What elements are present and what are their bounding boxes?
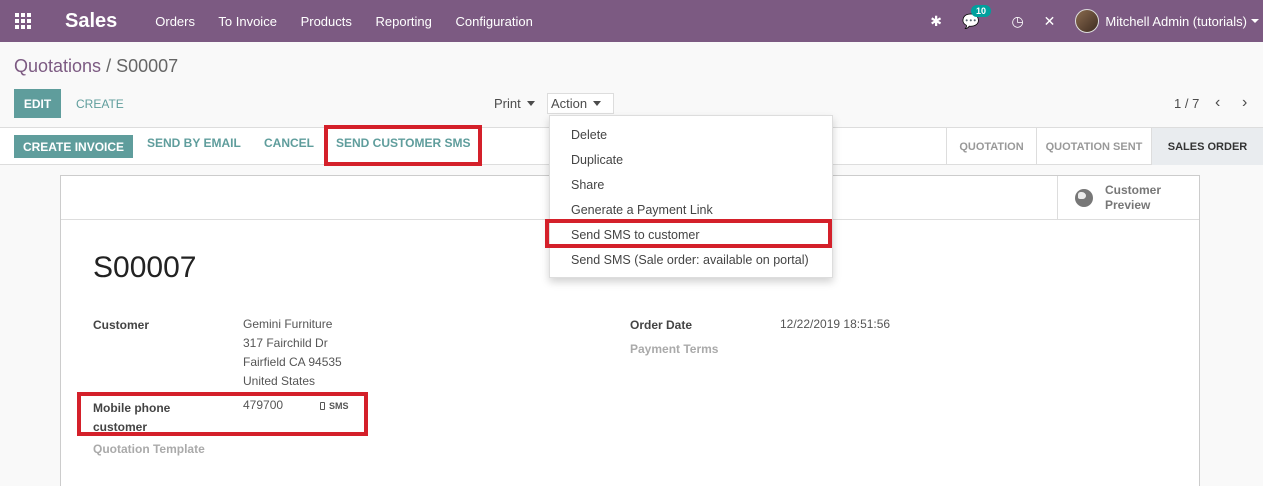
clock-icon[interactable]: ◷ [1011, 13, 1023, 30]
order-date-label: Order Date [630, 318, 693, 332]
tools-icon[interactable]: ✕ [1044, 13, 1056, 30]
quotation-template-label: Quotation Template [93, 442, 205, 456]
menu-products[interactable]: Products [301, 14, 352, 29]
preview-label-line1: Customer [1105, 182, 1162, 197]
breadcrumb-separator: / [106, 56, 112, 76]
stage-quotation-sent[interactable]: QUOTATION SENT [1036, 128, 1151, 165]
pager-value[interactable]: 1 / 7 [1174, 96, 1199, 111]
app-brand[interactable]: Sales [65, 10, 117, 33]
action-label: Action [551, 96, 588, 111]
globe-icon [1075, 188, 1093, 207]
navbar-right: ✱ 💬 10 ◷ ✕ Mitchell Admin (tutorials) [930, 0, 1263, 42]
menu-configuration[interactable]: Configuration [456, 14, 533, 29]
address-line-3: United States [243, 374, 316, 388]
chat-icon[interactable]: 💬 10 [962, 4, 992, 30]
stage-quotation[interactable]: QUOTATION [946, 128, 1036, 165]
create-button[interactable]: CREATE [76, 97, 124, 111]
highlight-send-sms-menu-item [545, 219, 832, 248]
highlight-send-sms-button [324, 125, 482, 166]
highlight-mobile-phone-field [77, 392, 368, 436]
send-by-email-button[interactable]: SEND BY EMAIL [147, 136, 241, 150]
user-name[interactable]: Mitchell Admin (tutorials) [1105, 14, 1247, 29]
print-dropdown[interactable]: Print [494, 96, 535, 111]
customer-name[interactable]: Gemini Furniture [243, 315, 342, 334]
pager-previous-icon[interactable]: ‹ [1215, 94, 1220, 112]
preview-label-line2: Preview [1105, 197, 1151, 212]
breadcrumb-quotations[interactable]: Quotations [14, 56, 101, 76]
avatar[interactable] [1075, 9, 1100, 33]
action-dropdown-menu: Delete Duplicate Share Generate a Paymen… [549, 115, 833, 278]
menu-reporting[interactable]: Reporting [376, 14, 432, 29]
customer-address[interactable]: Gemini Furniture 317 Fairchild Dr Fairfi… [243, 315, 342, 391]
stage-sales-order[interactable]: SALES ORDER [1151, 128, 1263, 165]
menu-orders[interactable]: Orders [155, 14, 195, 29]
pager-next-icon[interactable]: › [1242, 94, 1247, 112]
menu-item-payment-link[interactable]: Generate a Payment Link [571, 203, 713, 217]
edit-button[interactable]: EDIT [14, 89, 61, 118]
menu-item-send-sms-portal[interactable]: Send SMS (Sale order: available on porta… [571, 253, 809, 267]
customer-label: Customer [93, 318, 150, 332]
cancel-button[interactable]: CANCEL [264, 136, 314, 150]
messages-badge: 10 [971, 4, 992, 17]
create-invoice-button[interactable]: CREATE INVOICE [14, 135, 133, 158]
action-dropdown[interactable]: Action [547, 93, 615, 114]
customer-preview-button[interactable]: Customer Preview [1057, 176, 1199, 219]
address-line-2: Fairfield CA 94535 [243, 355, 342, 369]
breadcrumb-current: S00007 [116, 56, 179, 76]
menu-item-duplicate[interactable]: Duplicate [571, 153, 623, 167]
order-date-value[interactable]: 12/22/2019 18:51:56 [780, 315, 890, 334]
print-caret-icon [526, 101, 535, 106]
print-label: Print [494, 96, 521, 111]
order-title: S00007 [93, 251, 197, 284]
menu-item-delete[interactable]: Delete [571, 128, 607, 142]
breadcrumb: Quotations / S00007 [14, 56, 178, 77]
menu-to-invoice[interactable]: To Invoice [218, 14, 277, 29]
payment-terms-label: Payment Terms [630, 342, 719, 356]
bug-icon[interactable]: ✱ [930, 13, 942, 30]
action-caret-icon [593, 101, 602, 106]
address-line-1: 317 Fairchild Dr [243, 336, 328, 350]
apps-menu-icon[interactable] [0, 0, 46, 42]
menu-item-share[interactable]: Share [571, 178, 604, 192]
top-navbar: Sales Orders To Invoice Products Reporti… [0, 0, 1263, 42]
user-caret-icon[interactable] [1251, 19, 1259, 23]
main-menu: Orders To Invoice Products Reporting Con… [155, 14, 553, 29]
